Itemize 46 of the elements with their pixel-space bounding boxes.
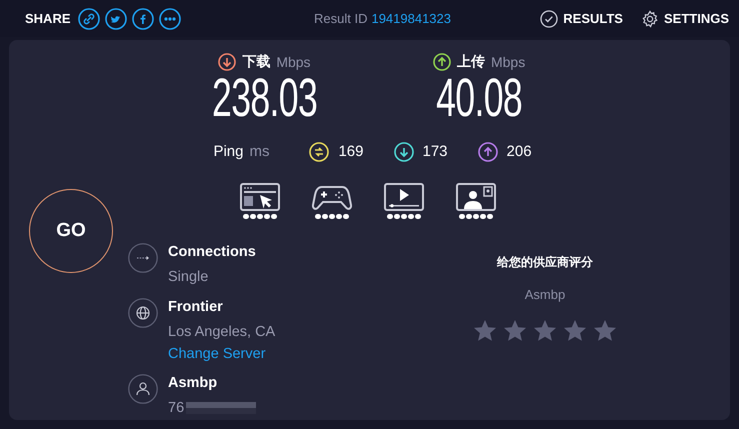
- unit-label: Mbps: [276, 54, 311, 70]
- share-button[interactable]: [78, 8, 100, 30]
- ping-value: 173: [422, 143, 448, 160]
- result-id-label: Result ID: [314, 11, 368, 26]
- rating-title: 给您的供应商评分: [497, 254, 593, 272]
- change-server-link[interactable]: Change Server: [168, 346, 276, 362]
- bird-icon: [104, 8, 127, 30]
- ping-value: 169: [338, 143, 364, 160]
- speed-value: 238.03: [212, 72, 317, 124]
- info-detail: Single: [168, 269, 208, 286]
- letter-f-icon: [132, 8, 154, 30]
- info-detail: 76: [168, 400, 184, 416]
- info-detail: Los Angeles, CA: [168, 324, 276, 340]
- unit-label: Mbps: [490, 54, 526, 70]
- browser-cursor-icon: [240, 182, 280, 211]
- speed-value: 40.08: [436, 72, 522, 124]
- share-button[interactable]: [158, 8, 181, 30]
- globe-icon: [128, 298, 158, 328]
- share-button[interactable]: [104, 8, 127, 30]
- star-icon[interactable]: [503, 319, 527, 342]
- info-title: Connections: [168, 244, 256, 260]
- speed-label: 上传: [456, 53, 485, 71]
- video-call-icon: [456, 182, 496, 211]
- star-icon[interactable]: [563, 319, 587, 342]
- speed-label: 下载: [242, 53, 270, 71]
- gear-icon: [640, 10, 659, 28]
- link-icon: [78, 8, 100, 30]
- ping-value: 206: [506, 143, 532, 160]
- go-button[interactable]: GO: [29, 188, 113, 273]
- person-icon: [128, 374, 158, 404]
- provider-name: Asmbp: [524, 287, 566, 302]
- share-label: SHARE: [25, 11, 71, 26]
- star-icon[interactable]: [473, 319, 497, 342]
- info-title: Asmbp: [168, 375, 218, 392]
- unit-label: ms: [249, 143, 270, 160]
- video-player-icon: [384, 182, 424, 211]
- star-icon[interactable]: [593, 319, 617, 342]
- star-icon[interactable]: [533, 319, 557, 342]
- result-id-link[interactable]: 19419841323: [371, 11, 451, 26]
- info-title: Frontier: [168, 299, 224, 316]
- more-icon: [158, 8, 181, 30]
- settings-button[interactable]: SETTINGS: [640, 10, 729, 28]
- ping-label: Ping: [213, 143, 244, 160]
- check-icon: [540, 10, 558, 28]
- share-button[interactable]: [132, 8, 154, 30]
- results-button[interactable]: RESULTS: [540, 10, 623, 28]
